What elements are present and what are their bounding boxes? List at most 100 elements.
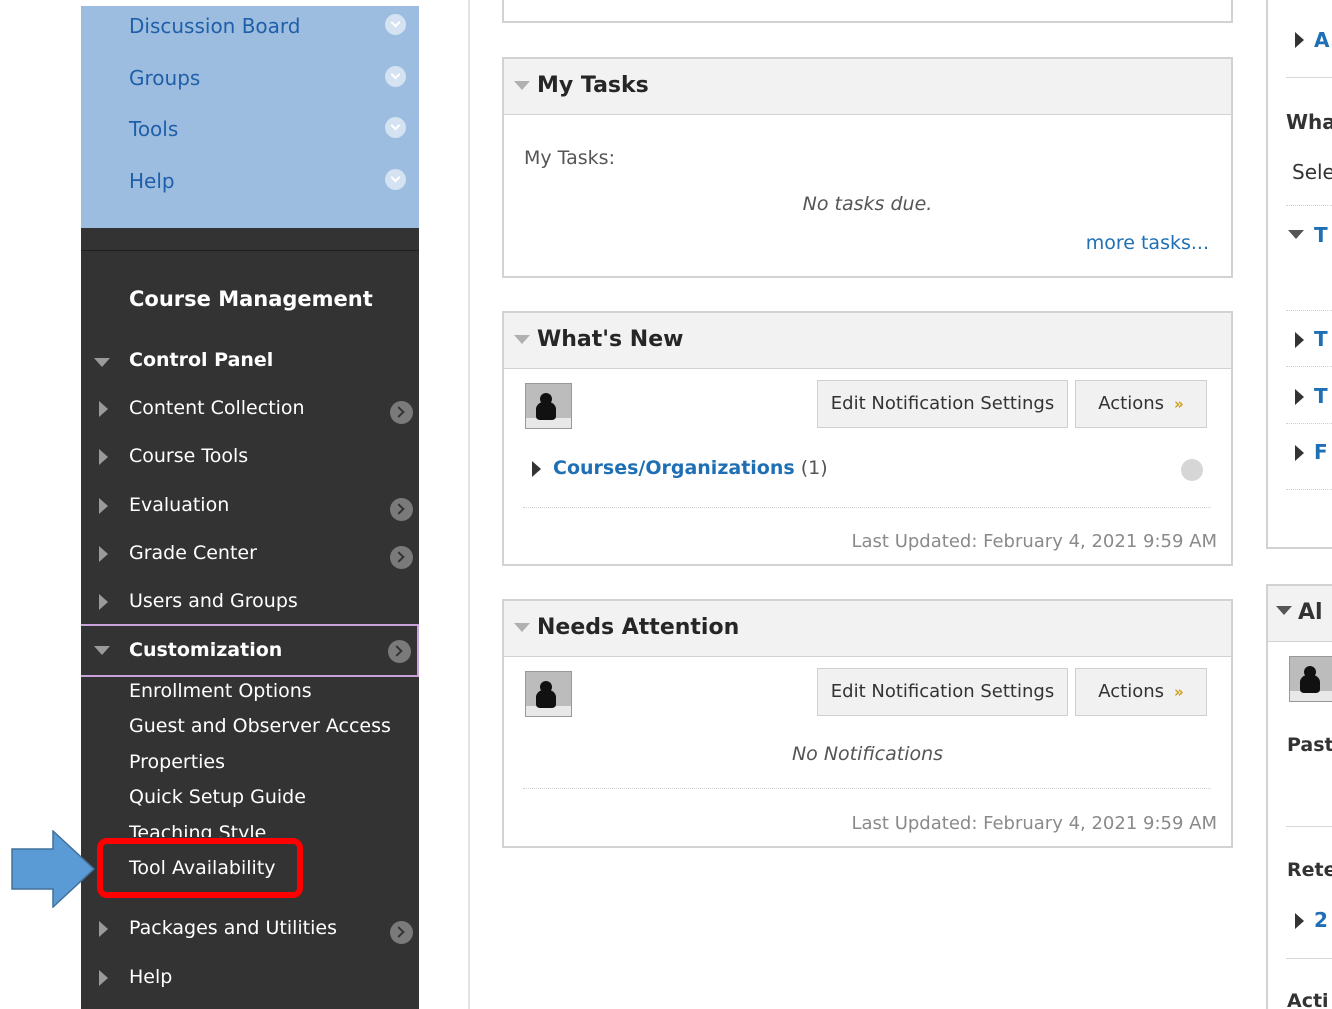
triangle-right-icon[interactable] [99,498,108,514]
course-menu-item-groups[interactable]: Groups [81,58,419,108]
menu-divider [81,250,419,251]
cp-item-label[interactable]: Evaluation [129,494,229,516]
triangle-right-icon[interactable] [99,401,108,417]
divider [523,788,1211,789]
needs-attention-module: Needs Attention Edit Notification Settin… [502,599,1233,848]
cp-item-course-tools[interactable]: Course Tools [81,436,419,482]
button-label: Actions [1098,393,1165,414]
triangle-down-icon[interactable] [94,646,110,655]
arrow-right-circle-icon[interactable] [390,921,413,944]
control-panel-label[interactable]: Control Panel [129,349,273,371]
triangle-right-icon[interactable] [1295,913,1304,929]
divider [1286,310,1332,311]
chevron-down-icon[interactable] [385,117,406,138]
collapse-triangle-icon[interactable] [514,335,530,344]
right-select-text[interactable]: Sele [1292,160,1332,184]
double-chevron-down-icon: » [1174,683,1184,701]
edit-notification-settings-button[interactable]: Edit Notification Settings [817,668,1068,716]
right-link-t3[interactable]: T [1314,384,1328,408]
triangle-right-icon[interactable] [1295,332,1304,348]
triangle-down-icon[interactable] [1288,230,1304,239]
no-tasks-text: No tasks due. [802,193,933,215]
right-link-2[interactable]: 2 [1314,908,1328,932]
arrow-right-circle-icon[interactable] [390,498,413,521]
course-menu-item-label[interactable]: Discussion Board [129,14,301,38]
pointer-arrow-icon [11,830,96,908]
customization-subitem-guest-observer-access[interactable]: Guest and Observer Access [129,715,391,737]
triangle-right-icon[interactable] [99,921,108,937]
triangle-down-icon[interactable] [94,358,110,367]
cp-item-label[interactable]: Packages and Utilities [129,917,337,939]
edit-notification-settings-button[interactable]: Edit Notification Settings [817,380,1068,428]
whats-new-module: What's New Edit Notification Settings Ac… [502,311,1233,566]
right-link-a[interactable]: A [1314,28,1329,52]
triangle-right-icon[interactable] [1295,32,1304,48]
control-panel-header[interactable]: Control Panel [81,340,419,386]
divider [523,507,1211,508]
triangle-right-icon[interactable] [532,461,541,477]
cp-item-evaluation[interactable]: Evaluation [81,485,419,531]
courses-organizations-link[interactable]: Courses/Organizations [553,457,795,479]
cp-item-content-collection[interactable]: Content Collection [81,388,419,434]
right-heading-past: Past [1287,734,1332,756]
chevron-down-icon[interactable] [385,169,406,190]
collapse-triangle-icon[interactable] [514,623,530,632]
cp-item-label[interactable]: Content Collection [129,397,305,419]
item-count: (1) [800,457,828,479]
highlight-box [97,838,303,898]
customization-subitem-properties[interactable]: Properties [129,751,225,773]
module-title: Needs Attention [537,615,740,640]
last-updated-text: Last Updated: February 4, 2021 9:59 AM [851,531,1217,552]
cp-item-packages-utilities[interactable]: Packages and Utilities [81,908,419,954]
right-heading-wha: Wha [1286,110,1332,134]
arrow-right-circle-icon[interactable] [390,401,413,424]
right-module-panel [1266,0,1332,549]
right-link-t1[interactable]: T [1314,223,1328,247]
cp-item-customization[interactable]: Customization [81,624,419,677]
course-menu-item-label[interactable]: Help [129,169,175,193]
triangle-right-icon[interactable] [99,449,108,465]
collapse-triangle-icon[interactable] [514,81,530,90]
chevron-down-icon[interactable] [1181,459,1203,481]
cp-item-help[interactable]: Help [81,957,419,1003]
customization-subitem-enrollment-options[interactable]: Enrollment Options [129,680,312,702]
arrow-right-circle-icon[interactable] [388,640,411,663]
collapse-triangle-icon[interactable] [1276,606,1292,615]
arrow-right-circle-icon[interactable] [390,546,413,569]
customization-subitem-quick-setup-guide[interactable]: Quick Setup Guide [129,786,306,808]
triangle-right-icon[interactable] [99,970,108,986]
triangle-right-icon[interactable] [1295,389,1304,405]
course-menu-item-help[interactable]: Help [81,161,419,211]
more-tasks-link[interactable]: more tasks... [1086,232,1209,254]
course-menu-item-label[interactable]: Groups [129,66,200,90]
chevron-down-icon[interactable] [385,66,406,87]
button-label: Edit Notification Settings [830,681,1055,702]
chevron-down-icon[interactable] [385,14,406,35]
right-link-f[interactable]: F [1314,440,1328,464]
actions-button[interactable]: Actions » [1075,668,1207,716]
course-menu-item-discussion-board[interactable]: Discussion Board [81,6,419,56]
avatar [525,383,572,429]
cp-item-label[interactable]: Course Tools [129,445,248,467]
triangle-right-icon[interactable] [99,546,108,562]
cp-item-users-and-groups[interactable]: Users and Groups [81,581,419,627]
module-title: What's New [537,327,684,352]
customization-subitem-teaching-style[interactable]: Teaching Style [129,821,266,837]
cp-item-label[interactable]: Help [129,966,172,988]
triangle-right-icon[interactable] [1295,445,1304,461]
cp-item-label[interactable]: Customization [129,639,282,661]
previous-module-bottom [502,0,1233,23]
divider [1286,205,1332,206]
cp-item-label[interactable]: Grade Center [129,542,257,564]
button-label: Actions [1098,681,1165,702]
my-tasks-label: My Tasks: [524,147,615,169]
course-menu-item-tools[interactable]: Tools [81,109,419,159]
course-menu-item-label[interactable]: Tools [129,117,178,141]
actions-button[interactable]: Actions » [1075,380,1207,428]
right-link-t2[interactable]: T [1314,327,1328,351]
triangle-right-icon[interactable] [99,594,108,610]
courses-organizations-row: Courses/Organizations (1) [553,457,828,479]
cp-item-label[interactable]: Users and Groups [129,590,298,612]
no-notifications-text: No Notifications [791,743,944,765]
cp-item-grade-center[interactable]: Grade Center [81,533,419,579]
